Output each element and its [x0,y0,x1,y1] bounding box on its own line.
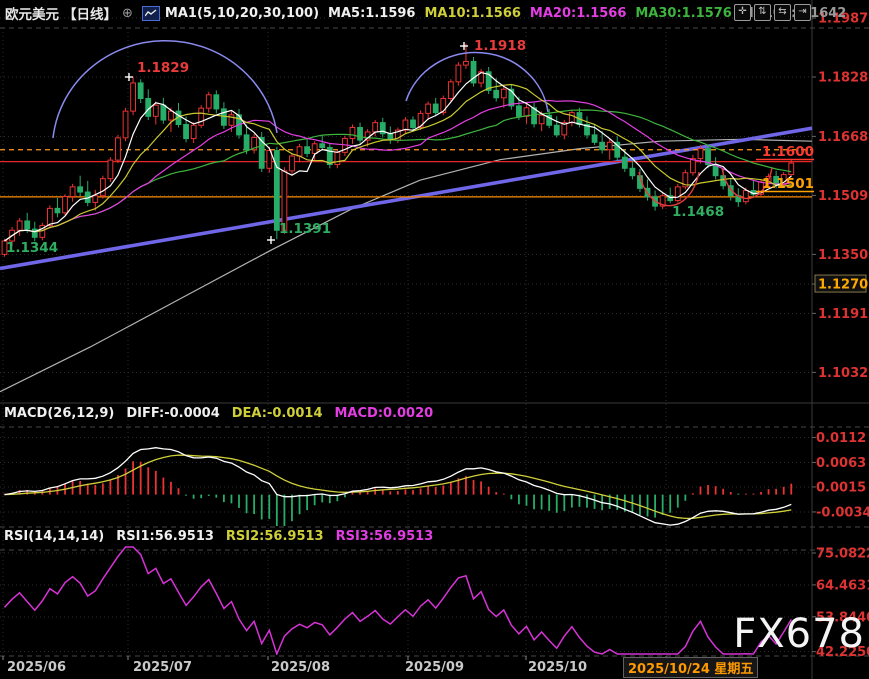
ma5-value: MA5:1.1596 [328,6,415,21]
svg-text:1.1468: 1.1468 [672,204,724,220]
svg-text:1.1918: 1.1918 [474,38,526,54]
svg-text:1.1391: 1.1391 [279,221,331,237]
move-tool-icon[interactable]: ✛ [734,4,751,21]
macd-title: MACD(26,12,9) [4,406,114,421]
ma10-value: MA10:1.1566 [424,6,520,21]
ma-group-label: MA1(5,10,20,30,100) [165,6,319,21]
svg-text:1.1350: 1.1350 [818,248,868,263]
svg-text:1.1501: 1.1501 [762,176,814,192]
rsi-legend: RSI(14,14,14) RSI1:56.9513 RSI2:56.9513 … [4,529,433,544]
rsi3-value: RSI3:56.9513 [336,529,434,544]
watermark: FX678 [733,614,865,654]
macd-legend: MACD(26,12,9) DIFF:-0.0004 DEA:-0.0014 M… [4,406,433,421]
chart-window: 1.1829 1.1918 1.1344 1.1391 1.1468 1.1600 1.15… [0,0,869,679]
svg-text:1.1509: 1.1509 [818,189,868,204]
rsi1-value: RSI1:56.9513 [116,529,214,544]
svg-text:1.1600: 1.1600 [762,144,814,160]
x-axis-label-aug: 2025/08 [271,660,330,675]
svg-text:0.0015: 0.0015 [816,480,866,495]
macd-diff-value: DIFF:-0.0004 [126,406,219,421]
svg-text:64.4631: 64.4631 [816,578,869,593]
rsi-pane[interactable] [5,547,792,654]
svg-text:-0.0034: -0.0034 [816,505,869,520]
svg-text:75.0822: 75.0822 [816,547,869,562]
chart-canvas[interactable]: 1.1829 1.1918 1.1344 1.1391 1.1468 1.1600 1.15… [0,0,869,679]
svg-text:1.1668: 1.1668 [818,130,868,145]
pan-right-icon[interactable]: ⇥ [794,4,811,21]
x-axis-scale-icon[interactable]: ⇆ [774,4,791,21]
add-indicator-icon[interactable]: ⊕ [122,6,133,21]
ma20-value: MA20:1.1566 [530,6,626,21]
macd-dea-value: DEA:-0.0014 [232,406,323,421]
svg-text:0.0063: 0.0063 [816,456,866,471]
right-axis: 1.19871.18281.16681.15091.13501.12701.11… [812,12,869,661]
x-axis-label-jun: 2025/06 [7,660,66,675]
candlestick-glyph-icon [145,9,157,18]
svg-text:1.1828: 1.1828 [818,70,868,85]
chart-toolbar: ✛ ⇅ ⇆ ⇥ [734,4,811,21]
macd-macd-value: MACD:0.0020 [335,406,434,421]
x-axis-label-jul: 2025/07 [133,660,192,675]
timeframe-label: 【日线】 [63,3,117,23]
current-date-badge: 2025/10/24 星期五 [623,657,758,678]
rsi-title: RSI(14,14,14) [4,529,104,544]
svg-text:1.1032: 1.1032 [818,366,868,381]
svg-text:1.1829: 1.1829 [137,60,189,76]
svg-text:1.1344: 1.1344 [6,240,58,256]
symbol-title: 欧元美元 [5,3,59,23]
x-axis-label-oct: 2025/10 [528,660,587,675]
svg-text:0.0112: 0.0112 [816,431,866,446]
ma30-value: MA30:1.1576 [635,6,731,21]
x-axis-label-sep: 2025/09 [405,660,464,675]
macd-pane[interactable] [5,448,792,526]
y-axis-scale-icon[interactable]: ⇅ [754,4,771,21]
rsi2-value: RSI2:56.9513 [226,529,324,544]
svg-text:1.1191: 1.1191 [818,307,868,322]
svg-text:1.1270: 1.1270 [818,278,868,293]
chart-style-icon[interactable] [142,6,160,21]
